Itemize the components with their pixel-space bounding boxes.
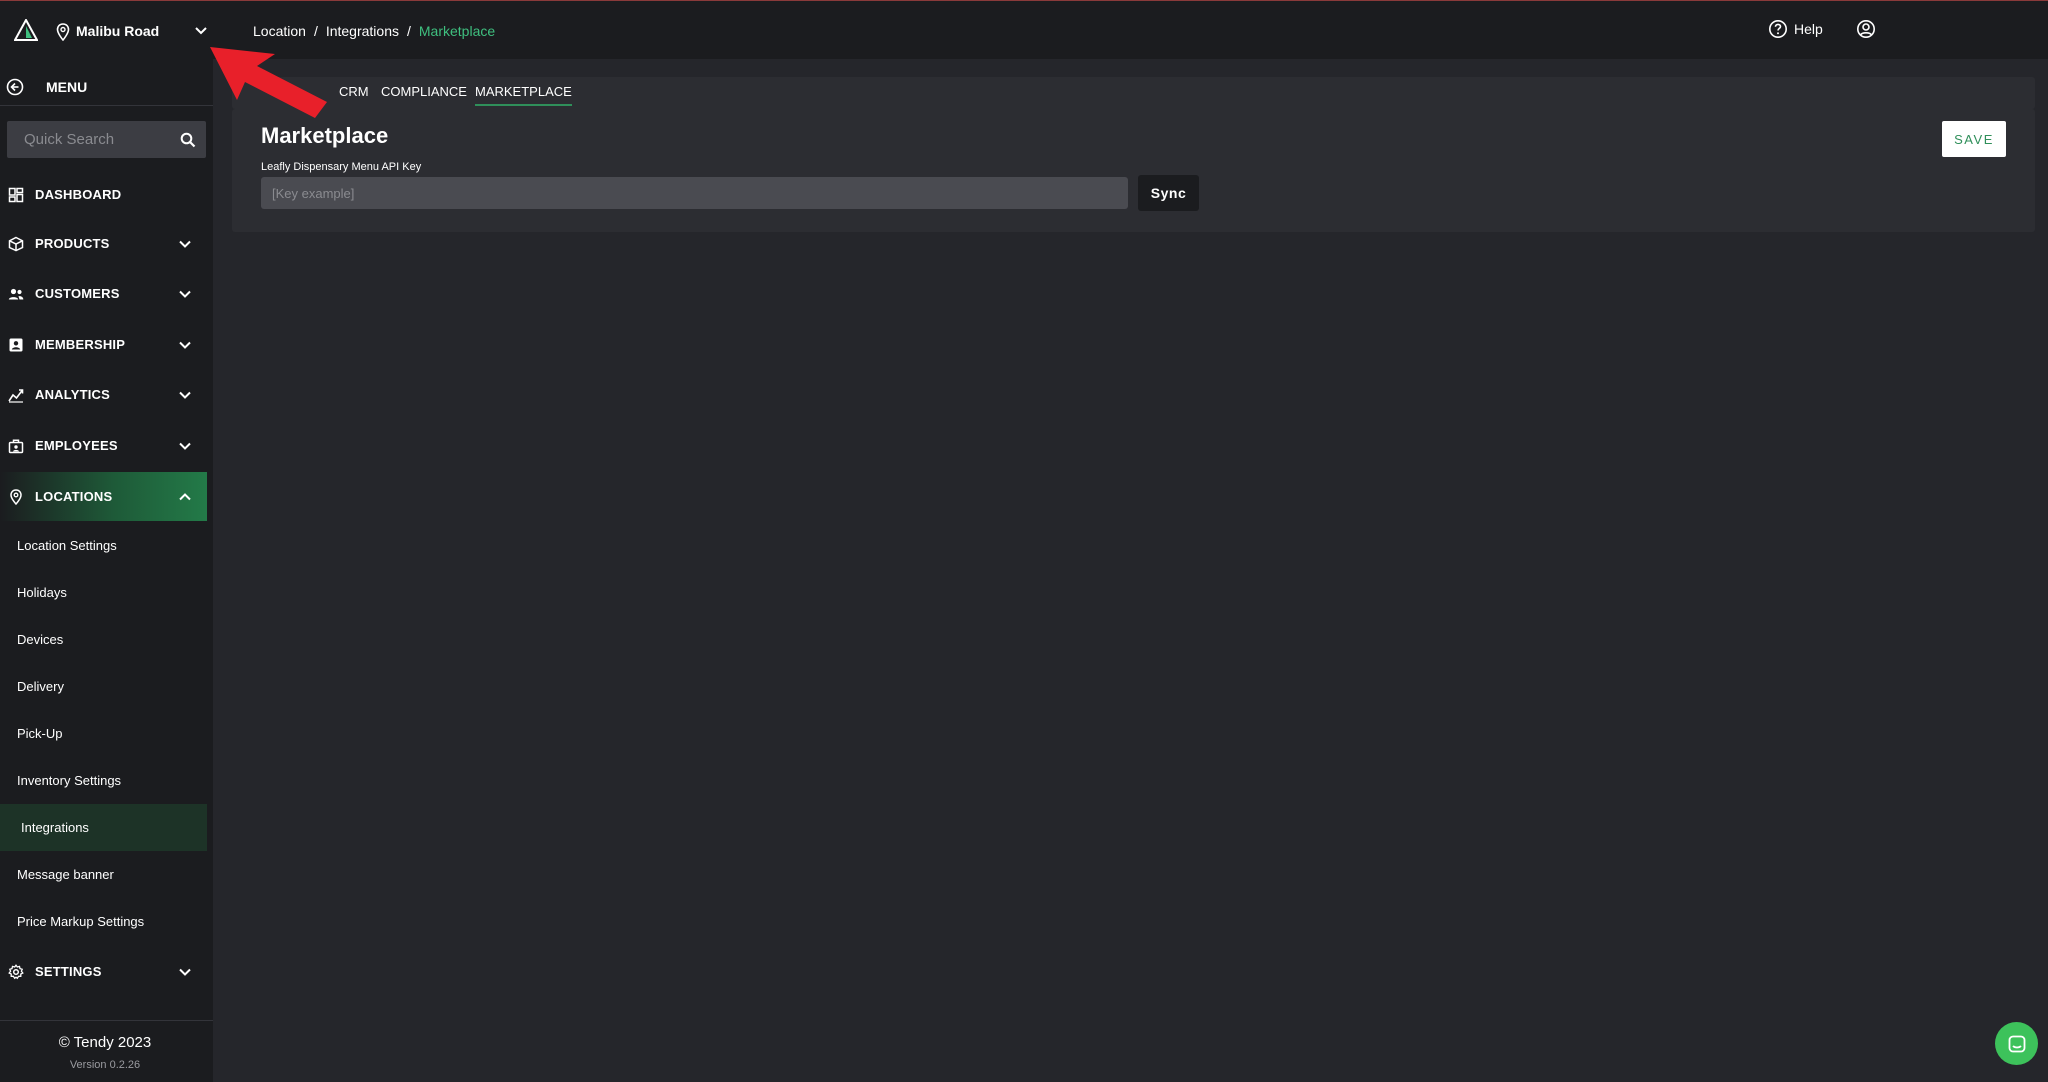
sidebar-subitem-label: Devices [17,632,64,647]
chat-widget-button[interactable] [1995,1022,2038,1065]
api-key-label: Leafly Dispensary Menu API Key [261,161,422,173]
tendy-logo-icon[interactable] [14,19,38,41]
tab-compliance[interactable]: COMPLIANCE [381,84,467,99]
sidebar-item-label: SETTINGS [35,964,102,979]
chevron-down-icon [179,391,191,399]
sidebar-subitem-integrations[interactable]: Integrations [0,804,207,851]
sidebar-subitem-price-markup-settings[interactable]: Price Markup Settings [0,898,207,945]
gear-icon [8,963,24,979]
marketplace-panel: Marketplace Leafly Dispensary Menu API K… [232,109,2035,232]
sidebar-item-dashboard[interactable]: DASHBOARD [0,170,207,219]
chevron-up-icon [179,492,191,500]
sidebar-item-settings[interactable]: SETTINGS [0,947,207,996]
sidebar-subitem-message-banner[interactable]: Message banner [0,851,207,898]
quick-search [7,121,206,158]
chevron-down-icon[interactable] [193,25,209,37]
breadcrumb-separator: / [313,23,318,39]
sidebar-item-label: ANALYTICS [35,387,110,402]
sidebar-subitem-label: Message banner [17,867,114,882]
sidebar-subitem-holidays[interactable]: Holidays [0,569,207,616]
breadcrumb-marketplace: Marketplace [418,23,496,39]
help-link[interactable]: Help [1768,19,1823,39]
sidebar-item-label: EMPLOYEES [35,438,118,453]
briefcase-icon [8,438,24,453]
sidebar-item-locations[interactable]: LOCATIONS [0,472,207,521]
sidebar-item-label: DASHBOARD [35,187,122,202]
breadcrumb: Location / Integrations / Marketplace [253,23,495,39]
search-icon[interactable] [180,132,196,148]
dashboard-icon [8,187,24,202]
sidebar-subitem-label: Holidays [17,585,67,600]
help-circle-icon [1769,20,1787,38]
sidebar-item-employees[interactable]: EMPLOYEES [0,421,207,470]
sidebar-item-label: MEMBERSHIP [35,337,126,352]
breadcrumb-location[interactable]: Location [253,23,306,39]
chart-line-icon [8,388,24,403]
quick-search-input[interactable] [7,131,167,148]
sidebar: MENU DASHBOARD PRODUCTS [0,59,213,1082]
sidebar-item-analytics[interactable]: ANALYTICS [0,370,207,419]
annotation-arrow-icon [210,47,327,118]
tab-marketplace[interactable]: MARKETPLACE [475,84,572,106]
api-key-input[interactable] [261,177,1128,209]
integration-tabs: CRM COMPLIANCE MARKETPLACE [232,77,2035,109]
sidebar-subitem-label: Delivery [17,679,64,694]
box-icon [8,236,24,251]
sidebar-item-products[interactable]: PRODUCTS [0,219,207,268]
location-pin-icon [10,488,22,505]
sidebar-subitem-pick-up[interactable]: Pick-Up [0,710,207,757]
user-account-icon[interactable] [1856,19,1876,39]
chat-icon [2008,1035,2025,1052]
sidebar-subitem-label: Pick-Up [17,726,63,741]
sidebar-subitem-label: Inventory Settings [17,773,122,788]
sidebar-subitem-label: Integrations [21,820,89,835]
sidebar-item-customers[interactable]: CUSTOMERS [0,269,207,318]
chevron-down-icon [179,341,191,349]
sidebar-item-label: CUSTOMERS [35,286,120,301]
help-label: Help [1794,21,1823,37]
divider [0,1020,213,1021]
sidebar-subitem-delivery[interactable]: Delivery [0,663,207,710]
chevron-down-icon [179,442,191,450]
sync-button[interactable]: Sync [1138,175,1199,211]
sidebar-subitem-devices[interactable]: Devices [0,616,207,663]
id-card-icon [9,338,23,351]
menu-collapse-toggle[interactable]: MENU [0,71,213,103]
chevron-down-icon [179,290,191,298]
menu-label: MENU [46,79,88,95]
save-button[interactable]: SAVE [1942,121,2006,157]
sidebar-subitem-label: Location Settings [17,538,117,553]
chevron-down-icon [179,968,191,976]
sidebar-item-label: PRODUCTS [35,236,110,251]
copyright: © Tendy 2023 [58,1034,152,1051]
location-pin-icon [56,23,70,41]
location-selector-label[interactable]: Malibu Road [76,23,159,39]
sidebar-subitem-location-settings[interactable]: Location Settings [0,522,207,569]
sidebar-subitem-inventory-settings[interactable]: Inventory Settings [0,757,207,804]
breadcrumb-separator: / [407,23,411,39]
page-title: Marketplace [261,123,389,148]
sidebar-item-label: LOCATIONS [35,489,113,504]
breadcrumb-integrations[interactable]: Integrations [326,23,399,39]
sidebar-subitem-label: Price Markup Settings [17,914,145,929]
sidebar-item-membership[interactable]: MEMBERSHIP [0,320,207,369]
chevron-down-icon [179,240,191,248]
arrow-left-circle-icon [6,78,24,96]
version-label: Version 0.2.26 [69,1059,141,1071]
divider [0,105,213,106]
users-icon [8,288,24,299]
